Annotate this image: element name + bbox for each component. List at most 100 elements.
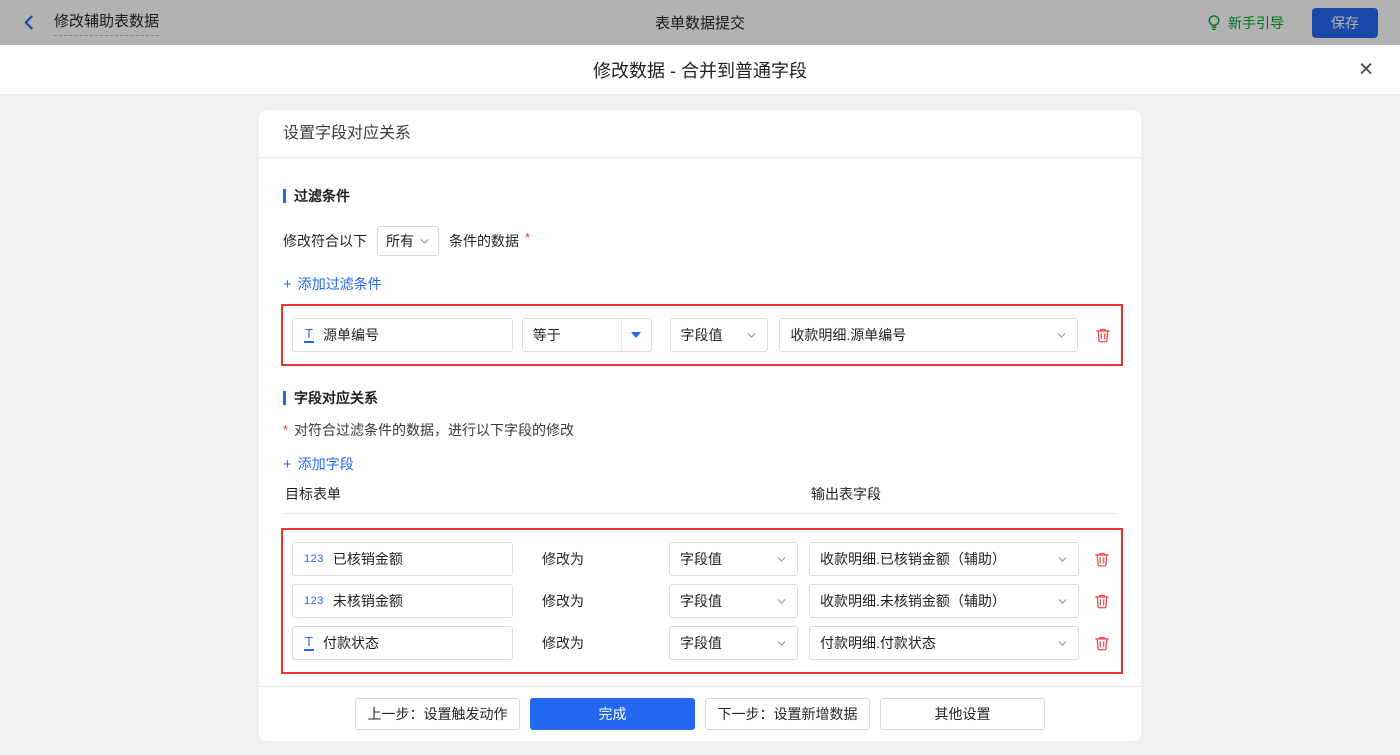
column-target-form: 目标表单 [285, 486, 341, 502]
filter-section-label: 过滤条件 [294, 188, 350, 204]
match-prefix-label: 修改符合以下 [283, 233, 367, 249]
mapping-section-title: 字段对应关系 [283, 388, 1117, 408]
operator-select[interactable]: 等于 [521, 318, 652, 352]
filter-section-title: 过滤条件 [283, 186, 1117, 206]
top-bar: 修改辅助表数据 表单数据提交 新手引导 保存 [0, 0, 1400, 45]
trash-icon [1096, 328, 1110, 343]
trash-icon [1095, 636, 1109, 651]
target-field-name: 未核销金额 [332, 593, 403, 609]
filter-value-type: 字段值 [680, 327, 723, 343]
dialog-title: 修改数据 - 合并到普通字段 [593, 60, 807, 81]
chevron-down-icon [420, 238, 429, 244]
beginner-guide-link[interactable]: 新手引导 [1206, 13, 1284, 33]
operator-value: 等于 [532, 327, 561, 343]
filter-value-type-select[interactable]: 字段值 [669, 318, 769, 352]
chevron-down-icon [777, 598, 786, 604]
filter-value: 收款明细.源单编号 [790, 327, 907, 343]
chevron-left-icon [24, 15, 33, 30]
modify-to-label: 修改为 [542, 551, 584, 567]
target-field-name: 付款状态 [322, 635, 379, 651]
card-heading: 设置字段对应关系 [259, 110, 1141, 158]
add-filter-condition-link[interactable]: + 添加过滤条件 [283, 274, 382, 294]
close-icon[interactable]: ✕ [1358, 60, 1374, 79]
caret-down-icon [631, 332, 642, 338]
target-field-input[interactable]: 123 未核销金额 [292, 584, 513, 618]
chevron-down-icon [1057, 332, 1066, 338]
value-type-select[interactable]: 字段值 [669, 626, 798, 660]
chevron-down-icon [1058, 598, 1067, 604]
required-asterisk: * [283, 421, 289, 437]
number-field-icon: 123 [304, 553, 324, 565]
section-accent-bar [283, 189, 286, 203]
back-label: 修改辅助表数据 [54, 10, 160, 36]
trash-icon [1095, 552, 1109, 567]
output-field-select[interactable]: 付款明细.付款状态 [809, 626, 1079, 660]
output-field-value: 付款明细.付款状态 [820, 635, 936, 651]
filter-value-select[interactable]: 收款明细.源单编号 [779, 318, 1078, 352]
delete-row-icon[interactable] [1093, 592, 1111, 610]
number-field-icon: 123 [304, 595, 324, 607]
mapping-columns-header: 目标表单 输出表字段 [283, 484, 1117, 514]
dialog-footer: 上一步：设置触发动作 完成 下一步：设置新增数据 其他设置 [259, 686, 1141, 741]
filter-field-input[interactable]: T 源单编号 [292, 318, 513, 352]
done-button[interactable]: 完成 [530, 698, 695, 730]
value-type-select[interactable]: 字段值 [669, 584, 798, 618]
topbar-actions: 新手引导 保存 [1206, 7, 1378, 38]
value-type-select[interactable]: 字段值 [669, 542, 798, 576]
match-mode-value: 所有 [386, 233, 414, 249]
chevron-down-icon [777, 556, 786, 562]
filter-condition-highlight-box: T 源单编号 等于 字段值 收款明细.源单编号 [281, 304, 1123, 366]
lightbulb-icon [1208, 15, 1220, 31]
text-field-icon: T [304, 326, 314, 343]
text-field-icon: T [304, 634, 314, 651]
delete-row-icon[interactable] [1093, 634, 1111, 652]
mapping-section-label: 字段对应关系 [294, 390, 378, 406]
section-accent-bar [283, 391, 286, 405]
modify-to-label: 修改为 [542, 635, 584, 651]
mapping-row: 123 已核销金额 修改为 字段值 收款明细.已核销金额（辅助） [292, 542, 1112, 576]
save-button[interactable]: 保存 [1312, 7, 1378, 38]
chevron-down-icon [777, 640, 786, 646]
value-type: 字段值 [680, 593, 722, 609]
back-button[interactable]: 修改辅助表数据 [22, 10, 160, 36]
filter-match-row: 修改符合以下 所有 条件的数据 * [283, 226, 1117, 256]
next-step-button[interactable]: 下一步：设置新增数据 [705, 698, 870, 730]
mapping-row: 123 未核销金额 修改为 字段值 收款明细.未核销金额（辅助） [292, 584, 1112, 618]
chevron-down-icon [748, 332, 756, 338]
prev-step-button[interactable]: 上一步：设置触发动作 [355, 698, 520, 730]
column-output-field: 输出表字段 [811, 486, 881, 502]
required-asterisk: * [525, 229, 531, 245]
delete-row-icon[interactable] [1093, 550, 1111, 568]
settings-card: 设置字段对应关系 过滤条件 修改符合以下 所有 条件的数据 * + 添加过滤条件 [259, 110, 1141, 741]
other-settings-button[interactable]: 其他设置 [880, 698, 1045, 730]
output-field-value: 收款明细.未核销金额（辅助） [820, 593, 1006, 609]
page-title: 表单数据提交 [654, 15, 746, 32]
target-field-input[interactable]: T 付款状态 [292, 626, 513, 660]
target-field-name: 已核销金额 [332, 551, 403, 567]
value-type: 字段值 [680, 635, 722, 651]
output-field-select[interactable]: 收款明细.未核销金额（辅助） [809, 584, 1079, 618]
add-field-label: 添加字段 [297, 456, 354, 472]
mapping-rows-highlight-box: 123 已核销金额 修改为 字段值 收款明细.已核销金额（辅助） 123 未核销… [281, 528, 1123, 674]
dialog-header: 修改数据 - 合并到普通字段 ✕ [0, 45, 1400, 95]
output-field-value: 收款明细.已核销金额（辅助） [820, 551, 1006, 567]
match-suffix-label: 条件的数据 [449, 233, 519, 249]
output-field-select[interactable]: 收款明细.已核销金额（辅助） [809, 542, 1079, 576]
trash-icon [1095, 594, 1109, 609]
dialog-body: 设置字段对应关系 过滤条件 修改符合以下 所有 条件的数据 * + 添加过滤条件 [0, 95, 1400, 755]
mapping-description: * 对符合过滤条件的数据，进行以下字段的修改 [283, 420, 1117, 440]
mapping-row: T 付款状态 修改为 字段值 付款明细.付款状态 [292, 626, 1112, 660]
mapping-description-text: 对符合过滤条件的数据，进行以下字段的修改 [294, 422, 575, 438]
plus-icon: + [283, 275, 292, 293]
filter-field-name: 源单编号 [322, 327, 379, 343]
caret-section[interactable] [620, 319, 651, 351]
chevron-down-icon [1058, 640, 1067, 646]
match-mode-select[interactable]: 所有 [377, 226, 439, 256]
add-field-link[interactable]: + 添加字段 [283, 454, 354, 474]
modify-to-label: 修改为 [542, 593, 584, 609]
target-field-input[interactable]: 123 已核销金额 [292, 542, 513, 576]
delete-condition-icon[interactable] [1094, 326, 1112, 344]
plus-icon: + [283, 455, 292, 473]
add-filter-label: 添加过滤条件 [297, 276, 382, 292]
card-body: 过滤条件 修改符合以下 所有 条件的数据 * + 添加过滤条件 T 源单编号 等… [259, 158, 1141, 686]
